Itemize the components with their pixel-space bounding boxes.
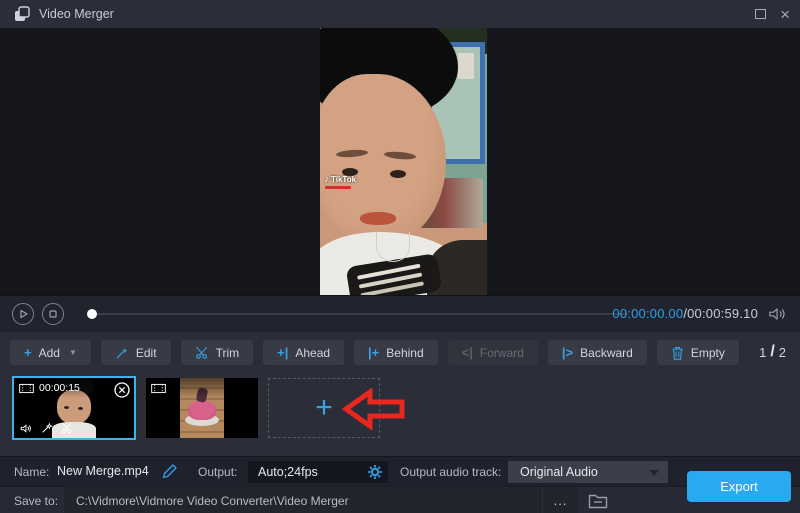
title-bar: Video Merger × bbox=[0, 0, 800, 28]
time-display: 00:00:00.00/00:00:59.10 bbox=[612, 306, 758, 321]
stop-icon bbox=[49, 310, 57, 318]
merger-icon bbox=[14, 6, 30, 22]
browse-button[interactable]: ... bbox=[542, 487, 578, 513]
page-indicator: 1 / 2 bbox=[759, 343, 786, 361]
close-button[interactable]: × bbox=[780, 6, 790, 23]
dropdown-caret-icon bbox=[649, 470, 659, 476]
forward-button: <| Forward bbox=[448, 340, 538, 365]
page-total: 2 bbox=[779, 345, 786, 360]
export-button[interactable]: Export bbox=[687, 471, 791, 502]
total-time: /00:00:59.10 bbox=[683, 306, 758, 321]
magic-wand-icon bbox=[115, 346, 129, 360]
clip-edit-icon[interactable] bbox=[41, 422, 53, 434]
toolbar: + Add ▼ Edit Trim +| Ahead |+ bbox=[10, 340, 790, 365]
settings-bar: Name: New Merge.mp4 Output: Auto;24fps O… bbox=[0, 456, 800, 486]
empty-button[interactable]: Empty bbox=[657, 340, 739, 365]
window-title: Video Merger bbox=[39, 7, 114, 21]
name-value: New Merge.mp4 bbox=[57, 464, 149, 478]
tiktok-watermark: ♪ TikTok bbox=[324, 174, 356, 185]
plus-icon: + bbox=[315, 396, 333, 420]
current-time: 00:00:00.00 bbox=[612, 306, 683, 321]
stop-button[interactable] bbox=[42, 303, 64, 325]
output-format-field[interactable]: Auto;24fps bbox=[248, 461, 388, 483]
output-label: Output: bbox=[198, 465, 237, 479]
save-to-label: Save to: bbox=[14, 494, 58, 508]
clip-trim-icon[interactable] bbox=[61, 422, 73, 434]
film-icon bbox=[151, 383, 166, 394]
scissors-icon bbox=[195, 346, 209, 360]
insert-behind-icon: |+ bbox=[368, 346, 379, 359]
behind-button[interactable]: |+ Behind bbox=[354, 340, 438, 365]
playback-bar: 00:00:00.00/00:00:59.10 bbox=[0, 295, 800, 332]
name-label: Name: bbox=[14, 465, 49, 479]
trim-button[interactable]: Trim bbox=[181, 340, 254, 365]
caret-down-icon: ▼ bbox=[69, 348, 77, 357]
save-bar: Save to: C:\Vidmore\Vidmore Video Conver… bbox=[0, 486, 800, 513]
clip-thumbnail-1[interactable]: 00:00:15 bbox=[12, 376, 136, 440]
move-backward-icon: |> bbox=[562, 346, 573, 359]
video-merger-window: Video Merger × ♪ T bbox=[0, 0, 800, 513]
trash-icon bbox=[671, 346, 684, 360]
video-preview-area: ♪ TikTok bbox=[0, 28, 800, 295]
video-frame: ♪ TikTok bbox=[320, 28, 487, 295]
audio-track-label: Output audio track: bbox=[400, 465, 501, 479]
play-button[interactable] bbox=[12, 303, 34, 325]
rename-pencil-icon[interactable] bbox=[162, 463, 178, 479]
film-icon bbox=[19, 383, 34, 394]
seek-slider[interactable] bbox=[88, 313, 628, 315]
edit-button[interactable]: Edit bbox=[101, 340, 171, 365]
music-note-icon: ♪ bbox=[324, 174, 329, 185]
open-folder-icon[interactable] bbox=[588, 491, 608, 509]
output-format-value: Auto;24fps bbox=[258, 465, 318, 479]
move-forward-icon: <| bbox=[462, 346, 473, 359]
seek-handle[interactable] bbox=[87, 309, 97, 319]
gear-icon[interactable] bbox=[367, 464, 383, 480]
clip-thumbnail-2[interactable] bbox=[146, 378, 258, 438]
add-button[interactable]: + Add ▼ bbox=[10, 340, 91, 365]
clip-duration: 00:00:15 bbox=[39, 382, 80, 394]
backward-button[interactable]: |> Backward bbox=[548, 340, 647, 365]
maximize-button[interactable] bbox=[755, 9, 766, 19]
play-icon bbox=[18, 309, 28, 319]
audio-track-dropdown[interactable]: Original Audio bbox=[508, 461, 668, 483]
volume-icon[interactable] bbox=[768, 305, 788, 323]
plus-icon: + bbox=[24, 346, 32, 359]
save-path-field[interactable]: C:\Vidmore\Vidmore Video Converter\Video… bbox=[64, 487, 542, 513]
ahead-button[interactable]: +| Ahead bbox=[263, 340, 344, 365]
save-path-value: C:\Vidmore\Vidmore Video Converter\Video… bbox=[76, 494, 349, 508]
insert-ahead-icon: +| bbox=[277, 346, 288, 359]
clip-audio-icon[interactable] bbox=[20, 423, 33, 434]
page-current: 1 bbox=[759, 345, 766, 360]
workspace: + Add ▼ Edit Trim +| Ahead |+ bbox=[0, 332, 800, 456]
clip-close-icon[interactable] bbox=[114, 382, 130, 398]
annotation-arrow-icon bbox=[342, 388, 406, 430]
audio-track-value: Original Audio bbox=[520, 465, 598, 479]
